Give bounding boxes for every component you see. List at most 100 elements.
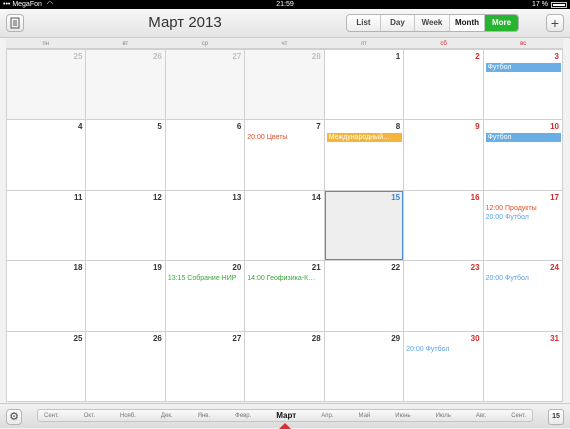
month-item-current[interactable]: Март bbox=[276, 411, 296, 420]
day-cell[interactable]: 4 bbox=[7, 120, 86, 190]
timed-event[interactable]: 20:00 Футбол bbox=[406, 345, 481, 354]
month-item[interactable]: Июль bbox=[436, 413, 451, 419]
day-number: 25 bbox=[73, 52, 83, 61]
month-item[interactable]: Окт. bbox=[84, 413, 95, 419]
day-cell[interactable]: 3 Футбол bbox=[483, 50, 562, 120]
weekday-label: вт bbox=[122, 41, 129, 47]
clock: 21:59 bbox=[276, 1, 294, 8]
day-cell[interactable]: 25 bbox=[7, 50, 86, 120]
weekday-label: вс bbox=[520, 41, 527, 47]
month-item[interactable]: Нояб. bbox=[120, 413, 136, 419]
day-number: 2 bbox=[475, 52, 480, 61]
day-cell[interactable]: 11 bbox=[7, 190, 86, 261]
day-number: 26 bbox=[152, 52, 162, 61]
day-cell[interactable]: 24 20:00 Футбол bbox=[483, 261, 562, 331]
day-number: 8 bbox=[395, 122, 401, 132]
day-cell[interactable]: 28 bbox=[245, 331, 324, 401]
plus-icon: + bbox=[550, 15, 560, 31]
day-cell-today[interactable]: 15 bbox=[324, 190, 404, 261]
day-cell[interactable]: 31 bbox=[483, 331, 562, 401]
today-button[interactable]: 15 bbox=[548, 409, 564, 425]
month-item[interactable]: Дек. bbox=[161, 413, 173, 419]
day-cell[interactable]: 16 bbox=[404, 190, 483, 261]
view-week-button[interactable]: Week bbox=[415, 15, 450, 31]
event-list: Футбол bbox=[485, 63, 561, 73]
all-day-event[interactable]: Международный… bbox=[326, 133, 403, 143]
settings-button[interactable]: ⚙ bbox=[6, 409, 22, 425]
current-month-marker bbox=[279, 423, 291, 429]
view-more-button[interactable]: More bbox=[485, 15, 518, 31]
month-item[interactable]: Авг. bbox=[476, 413, 486, 419]
day-cell[interactable]: 27 bbox=[165, 50, 245, 120]
month-strip[interactable]: Сент. Окт. Нояб. Дек. Янв. Февр. Март Апр. Май Ию… bbox=[37, 409, 533, 422]
day-cell[interactable]: 26 bbox=[86, 50, 165, 120]
day-number: 16 bbox=[470, 192, 480, 202]
day-number: 22 bbox=[391, 263, 401, 273]
weekday-label: сб bbox=[440, 41, 447, 47]
weekday-label: ср bbox=[201, 41, 209, 47]
day-cell[interactable]: 27 bbox=[165, 331, 245, 401]
day-cell[interactable]: 23 bbox=[404, 261, 483, 331]
day-cell[interactable]: 26 bbox=[86, 331, 165, 401]
day-cell[interactable]: 17 12:00 Продукты 20:00 Футбол bbox=[483, 190, 562, 261]
all-day-event[interactable]: Футбол bbox=[485, 63, 561, 72]
day-cell[interactable]: 9 bbox=[404, 120, 483, 190]
view-day-button[interactable]: Day bbox=[381, 15, 415, 31]
timed-event[interactable]: 20:00 Футбол bbox=[486, 213, 561, 222]
day-cell[interactable]: 18 bbox=[7, 261, 86, 331]
day-cell[interactable]: 5 bbox=[86, 120, 165, 190]
day-cell[interactable]: 7 20:00 Цветы bbox=[245, 120, 324, 190]
day-cell[interactable]: 22 bbox=[324, 261, 404, 331]
month-item[interactable]: Июнь bbox=[395, 413, 410, 419]
event-list: 12:00 Продукты 20:00 Футбол bbox=[486, 204, 561, 222]
month-item[interactable]: Янв. bbox=[198, 413, 211, 419]
day-cell[interactable]: 1 bbox=[324, 50, 404, 120]
timed-event[interactable]: 14:00 Геофизика-К… bbox=[247, 274, 322, 283]
day-number: 27 bbox=[232, 52, 242, 61]
day-cell[interactable]: 19 bbox=[86, 261, 165, 331]
day-number: 5 bbox=[157, 122, 162, 132]
day-number: 14 bbox=[311, 192, 321, 202]
timed-event[interactable]: 13:15 Собрание НИР bbox=[168, 274, 243, 283]
event-list: 13:15 Собрание НИР bbox=[168, 274, 243, 283]
add-event-button[interactable]: + bbox=[546, 14, 564, 32]
day-number: 7 bbox=[316, 122, 321, 132]
day-cell[interactable]: 20 13:15 Собрание НИР bbox=[165, 261, 245, 331]
day-cell[interactable]: 21 14:00 Геофизика-К… bbox=[245, 261, 324, 331]
month-item[interactable]: Апр. bbox=[321, 413, 333, 419]
month-item[interactable]: Май bbox=[359, 413, 371, 419]
view-month-button[interactable]: Month bbox=[450, 15, 485, 31]
timed-event[interactable]: 12:00 Продукты bbox=[486, 204, 561, 213]
timed-event[interactable]: 20:00 Футбол bbox=[486, 274, 561, 283]
day-number: 11 bbox=[73, 192, 83, 202]
day-number: 3 bbox=[554, 52, 559, 61]
day-cell[interactable]: 25 bbox=[7, 331, 86, 401]
day-cell[interactable]: 8 Международный… bbox=[324, 120, 404, 190]
day-number: 17 bbox=[550, 192, 559, 202]
timed-event[interactable]: 20:00 Цветы bbox=[247, 133, 322, 142]
weekday-label: пн bbox=[42, 41, 50, 47]
view-list-button[interactable]: List bbox=[347, 15, 381, 31]
event-list: 20:00 Футбол bbox=[486, 274, 561, 283]
toolbar: Март 2013 List Day Week Month More + bbox=[0, 9, 570, 38]
day-cell[interactable]: 6 bbox=[165, 120, 245, 190]
month-item[interactable]: Февр. bbox=[235, 413, 251, 419]
weekday-label: пт bbox=[361, 41, 368, 47]
day-cell[interactable]: 29 bbox=[324, 331, 404, 401]
day-cell[interactable]: 12 bbox=[86, 190, 165, 261]
day-number: 31 bbox=[550, 333, 559, 343]
day-cell[interactable]: 30 20:00 Футбол bbox=[404, 331, 483, 401]
day-cell[interactable]: 10 Футбол bbox=[483, 120, 562, 190]
day-cell[interactable]: 13 bbox=[165, 190, 245, 261]
day-cell[interactable]: 14 bbox=[245, 190, 324, 261]
day-cell[interactable]: 28 bbox=[245, 50, 324, 120]
weekday-header: пн вт ср чт пт сб вс bbox=[6, 39, 563, 49]
all-day-event[interactable]: Футбол bbox=[485, 133, 561, 143]
month-title: Март 2013 bbox=[148, 14, 222, 31]
day-number: 23 bbox=[470, 263, 480, 273]
weekday-label: чт bbox=[281, 41, 288, 47]
day-number: 9 bbox=[475, 122, 480, 132]
month-item[interactable]: Сент. bbox=[44, 413, 59, 419]
day-cell[interactable]: 2 bbox=[404, 50, 483, 120]
month-item[interactable]: Сент. bbox=[511, 413, 526, 419]
